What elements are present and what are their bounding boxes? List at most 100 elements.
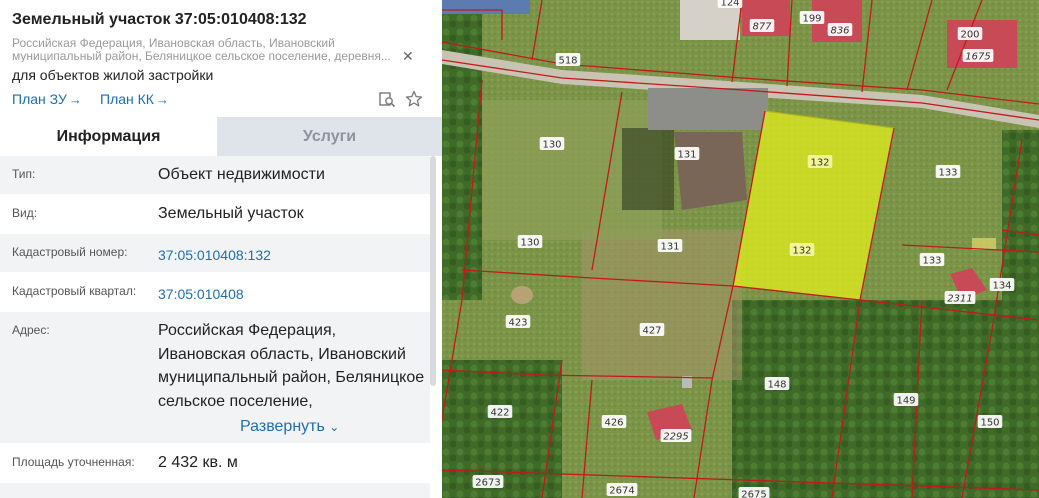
parcel-label[interactable]: 132 — [807, 155, 833, 169]
tab-bar: Информация Услуги — [0, 117, 442, 156]
shadow — [622, 128, 674, 210]
close-icon[interactable]: ✕ — [402, 48, 414, 65]
parcel-label[interactable]: 518 — [555, 53, 581, 67]
short-address: Российская Федерация, Ивановская область… — [12, 37, 391, 62]
search-document-icon[interactable] — [378, 90, 396, 108]
parcel-label[interactable]: 131 — [657, 239, 683, 253]
building-roof — [674, 132, 747, 210]
parcel-label-text: 1675 — [965, 52, 990, 63]
row-value: Земельный участок — [158, 205, 304, 222]
haystack — [511, 286, 533, 304]
expand-button[interactable]: Развернуть ⌄ — [240, 418, 339, 436]
parcel-label-text: 133 — [938, 168, 957, 179]
parcel-label-text: 199 — [802, 14, 821, 25]
parcel-label-text: 148 — [767, 380, 786, 391]
cadastral-map[interactable]: 877 199 836 200 1675 518 130 131 132 132 133 130 131… — [442, 0, 1039, 498]
parcel-label-text: 423 — [508, 318, 527, 329]
land-purpose: для объектов жилой застройки — [12, 67, 214, 83]
bare-field — [582, 230, 742, 380]
row-next — [0, 483, 430, 498]
parcel-label[interactable]: 134 — [989, 278, 1015, 292]
parcel-label-text: 2673 — [475, 478, 500, 489]
map-canvas[interactable]: 877 199 836 200 1675 518 130 131 132 132 133 130 131… — [442, 0, 1039, 498]
parcel-label-text: 130 — [520, 238, 539, 249]
row-label: Адрес: — [12, 323, 50, 337]
parcel-label-text: 132 — [792, 246, 811, 257]
parcel-label[interactable]: 2311 — [944, 291, 976, 305]
parcel-label[interactable]: 149 — [893, 393, 919, 407]
parcel-label[interactable]: 132 — [789, 243, 815, 257]
parcel-label-text: 124 — [720, 0, 739, 9]
parcel-label[interactable]: 2674 — [606, 483, 638, 497]
parcel-label-text: 877 — [752, 22, 772, 33]
row-value: Российская Федерация, Ивановская область… — [158, 322, 425, 410]
cadastral-quarter-link[interactable]: 37:05:010408 — [158, 286, 244, 302]
parcel-label-text: 134 — [992, 281, 1011, 292]
parcel-label[interactable]: 422 — [487, 405, 513, 419]
parcel-label-text: 2295 — [663, 432, 688, 443]
forest-area — [732, 300, 1039, 498]
parcel-label[interactable]: 133 — [935, 165, 961, 179]
parcel-label[interactable]: 200 — [957, 27, 983, 41]
row-value: 2 432 кв. м — [158, 454, 238, 471]
row-label: Тип: — [12, 167, 36, 181]
plan-zu-link[interactable]: План ЗУ → — [12, 91, 82, 107]
row-value: Объект недвижимости — [158, 166, 325, 183]
parcel-label-text: 149 — [896, 396, 915, 407]
scrollbar[interactable] — [430, 156, 436, 386]
tab-services[interactable]: Услуги — [217, 117, 442, 156]
arrow-right-icon: → — [68, 92, 82, 107]
arrow-right-icon: → — [155, 92, 169, 107]
row-label: Вид: — [12, 206, 38, 220]
parcel-label-text: 2674 — [609, 486, 634, 497]
parcel-label-text: 132 — [810, 158, 829, 169]
parcel-label-text: 427 — [642, 326, 661, 337]
building-roof — [648, 88, 768, 130]
parcel-label-text: 130 — [542, 140, 561, 151]
row-label: Площадь уточненная: — [12, 455, 135, 469]
parcel-label-text: 150 — [980, 418, 999, 429]
plan-kk-label: План КК — [100, 91, 154, 107]
page-title: Земельный участок 37:05:010408:132 — [12, 11, 307, 28]
plan-zu-label: План ЗУ — [12, 91, 67, 107]
expand-label: Развернуть — [240, 418, 325, 435]
building — [442, 0, 530, 14]
parcel-label-text: 133 — [922, 256, 941, 267]
parcel-label[interactable]: 2675 — [738, 487, 770, 498]
parcel-label[interactable]: 130 — [517, 235, 543, 249]
parcel-label[interactable]: 2673 — [472, 475, 504, 489]
parcel-label[interactable]: 133 — [919, 253, 945, 267]
row-address: Адрес: Российская Федерация, Ивановская … — [0, 312, 430, 444]
parcel-label[interactable]: 427 — [639, 323, 665, 337]
row-cadastral-number: Кадастровый номер: 37:05:010408:132 — [0, 234, 430, 273]
cadastral-number-link[interactable]: 37:05:010408:132 — [158, 247, 271, 263]
row-label: Кадастровый номер: — [12, 245, 128, 259]
parcel-label-text: 422 — [490, 408, 509, 419]
parcel-label[interactable]: 150 — [977, 415, 1003, 429]
parcel-label[interactable]: 148 — [764, 377, 790, 391]
parcel-label[interactable]: 130 — [539, 137, 565, 151]
star-icon[interactable] — [405, 90, 423, 108]
parcel-label[interactable]: 199 — [799, 11, 825, 25]
row-area: Площадь уточненная: 2 432 кв. м — [0, 444, 430, 483]
parcel-label-text: 2675 — [741, 490, 766, 498]
parcel-label[interactable]: 2295 — [660, 429, 692, 443]
row-kind: Вид: Земельный участок — [0, 195, 430, 234]
parcel-label-text: 131 — [660, 242, 679, 253]
parcel-label-text: 426 — [604, 418, 623, 429]
parcel-label-text: 131 — [677, 150, 696, 161]
parcel-label[interactable]: 877 — [749, 19, 775, 33]
info-panel: Земельный участок 37:05:010408:132 Росси… — [0, 0, 442, 498]
parcel-label[interactable]: 836 — [827, 23, 853, 37]
tab-information[interactable]: Информация — [0, 117, 217, 156]
parcel-label[interactable]: 124 — [717, 0, 743, 9]
parcel-label[interactable]: 423 — [505, 315, 531, 329]
plan-kk-link[interactable]: План КК → — [100, 91, 169, 107]
parcel-label[interactable]: 131 — [674, 147, 700, 161]
chevron-down-icon: ⌄ — [329, 420, 340, 434]
parcel-label-text: 200 — [960, 30, 979, 41]
parcel-label-text: 518 — [558, 56, 577, 67]
parcel-label-text: 2311 — [947, 294, 972, 305]
parcel-label[interactable]: 1675 — [962, 49, 994, 63]
parcel-label[interactable]: 426 — [601, 415, 627, 429]
